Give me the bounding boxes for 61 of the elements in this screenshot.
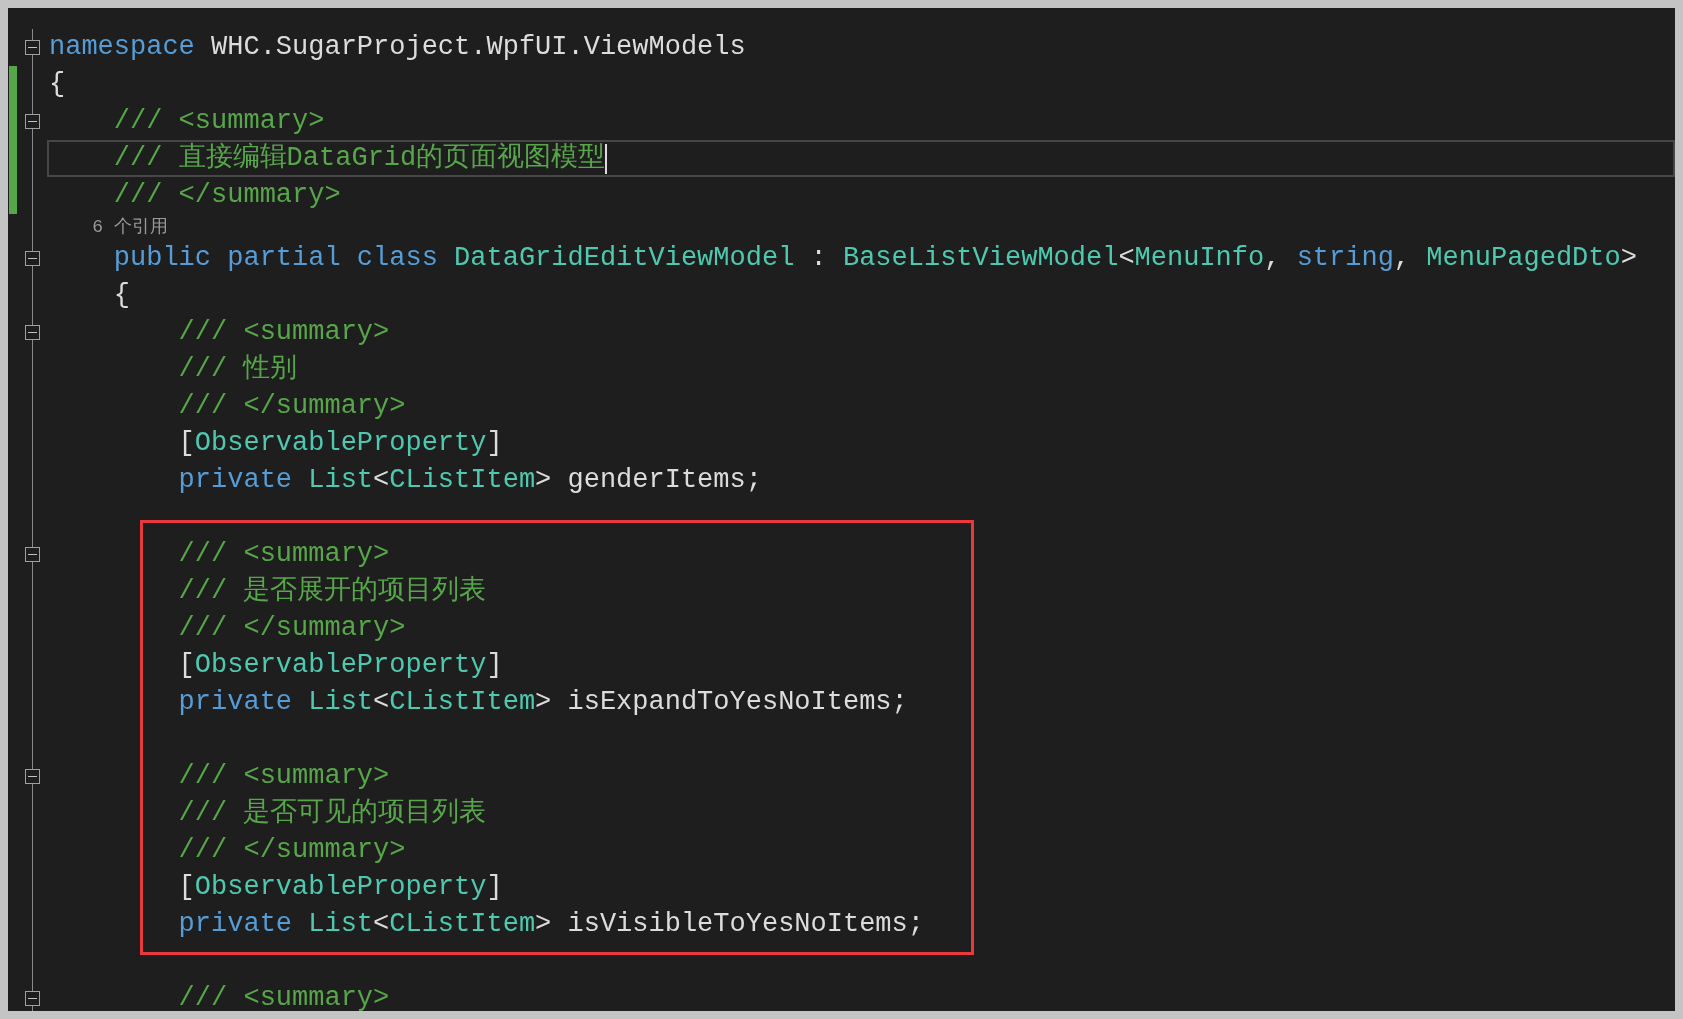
comment-text: /// <summary> <box>177 317 390 348</box>
code-text: > isVisibleToYesNoItems; <box>535 909 924 940</box>
type-name-text: List <box>307 909 374 940</box>
code-text: < <box>1118 243 1135 274</box>
collapse-icon[interactable] <box>24 547 40 562</box>
comment-text: /// 直接编辑DataGrid的页面视图模型 <box>112 143 606 174</box>
keyword-text: private <box>177 687 293 718</box>
code-text: [ <box>177 650 195 681</box>
type-name-text: MenuInfo <box>1134 243 1265 274</box>
comment-text: /// 性别 <box>177 354 298 385</box>
code-text: ] <box>486 650 503 681</box>
collapse-icon[interactable] <box>24 251 40 266</box>
keyword-text: private <box>177 465 293 496</box>
comment-text: /// <summary> <box>177 761 390 792</box>
code-text: : <box>809 243 828 274</box>
comment-text: /// <summary> <box>177 983 390 1011</box>
comment-text: /// <summary> <box>177 539 390 570</box>
code-text: > <box>1620 243 1637 274</box>
keyword-text: private <box>177 909 293 940</box>
type-name-text: CListItem <box>389 687 536 718</box>
collapse-icon[interactable] <box>24 114 40 129</box>
code-text: < <box>373 465 390 496</box>
code-text: , <box>1264 243 1282 274</box>
collapse-icon[interactable] <box>24 991 40 1006</box>
code-text: , <box>1393 243 1412 274</box>
comment-text: /// </summary> <box>177 613 406 644</box>
keyword-text: namespace <box>49 32 195 63</box>
type-name-text: ObservableProperty <box>194 428 487 459</box>
code-text: ] <box>486 872 503 903</box>
type-name-text: ObservableProperty <box>194 650 487 681</box>
code-text: > genderItems; <box>535 465 762 496</box>
keyword-text: string <box>1296 243 1394 274</box>
code-text: [ <box>177 428 195 459</box>
comment-text: /// 是否可见的项目列表 <box>177 798 487 829</box>
comment-text: /// </summary> <box>112 180 341 211</box>
type-name-text: CListItem <box>389 465 536 496</box>
collapse-icon[interactable] <box>24 40 40 55</box>
type-name-text: ObservableProperty <box>194 872 487 903</box>
reference-count-text: 6 个引用 <box>91 216 168 237</box>
type-name-text: DataGridEditViewModel <box>453 243 795 274</box>
code-text: { <box>49 69 66 100</box>
code-text: ] <box>486 428 503 459</box>
code-text: < <box>373 909 390 940</box>
text-caret <box>605 143 608 174</box>
code-text: > isExpandToYesNoItems; <box>535 687 908 718</box>
type-name-text: List <box>307 687 374 718</box>
code-text: { <box>112 280 130 311</box>
comment-text: /// <summary> <box>112 106 325 137</box>
keyword-text: public partial class <box>112 243 438 274</box>
comment-text: /// </summary> <box>177 835 406 866</box>
code-text: [ <box>177 872 195 903</box>
collapse-icon[interactable] <box>24 769 40 784</box>
comment-text: /// 是否展开的项目列表 <box>177 576 487 607</box>
code-text: WHC.SugarProject.WpfUI.ViewModels <box>210 32 746 63</box>
comment-text: /// </summary> <box>177 391 406 422</box>
collapse-icon[interactable] <box>24 325 40 340</box>
type-name-text: BaseListViewModel <box>842 243 1119 274</box>
code-text: < <box>373 687 390 718</box>
type-name-text: MenuPagedDto <box>1426 243 1621 274</box>
type-name-text: List <box>307 465 374 496</box>
type-name-text: CListItem <box>389 909 536 940</box>
